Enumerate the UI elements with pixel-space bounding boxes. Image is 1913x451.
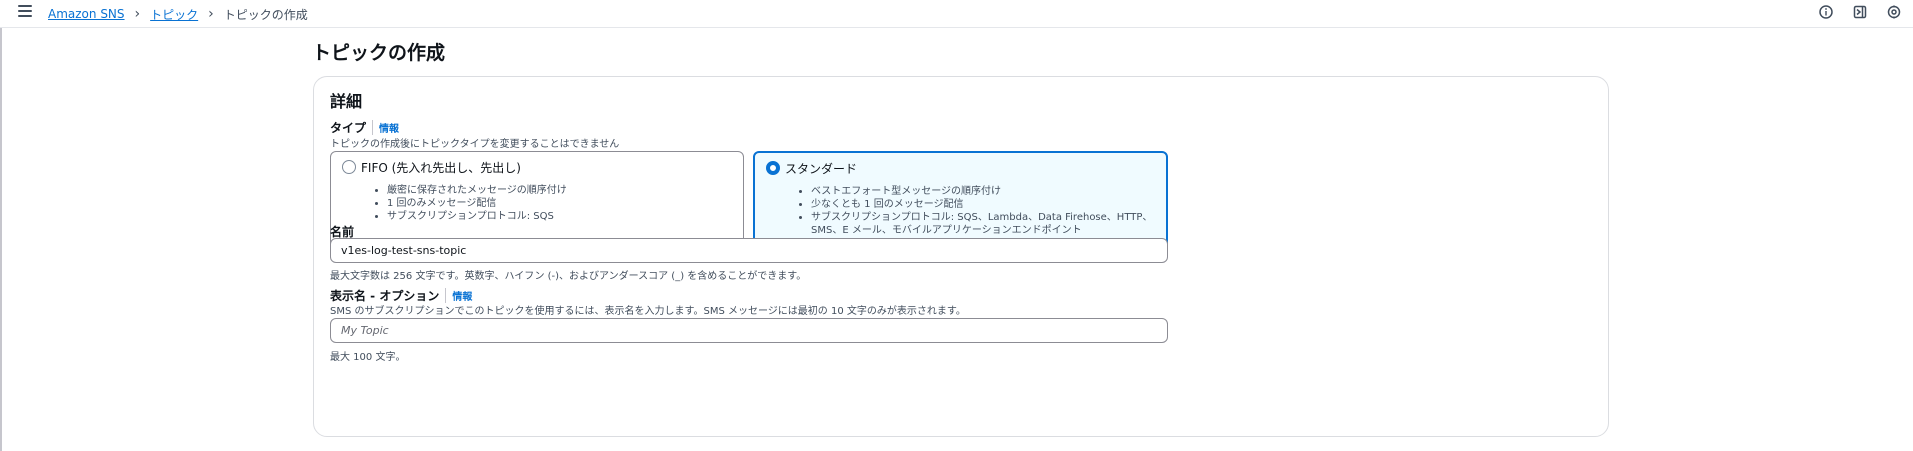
fifo-title: FIFO (先入れ先出し、先出し)	[361, 161, 521, 175]
page-title: トピックの作成	[312, 42, 446, 64]
type-description: トピックの作成後にトピックタイプを変更することはできません	[330, 139, 620, 150]
top-right-icons	[1817, 3, 1903, 21]
type-label: タイプ	[330, 121, 367, 135]
list-item: SMS、E メール、モバイルアプリケーションエンドポイント	[811, 225, 1082, 236]
name-constraint: 最大文字数は 256 文字です。英数字、ハイフン (-)、およびアンダースコア …	[330, 271, 807, 282]
details-panel: 詳細 タイプ 情報 トピックの作成後にトピックタイプを変更することはできません …	[313, 76, 1609, 437]
name-input[interactable]	[330, 238, 1168, 263]
top-navigation-bar: Amazon SNS › トピック › トピックの作成	[0, 0, 1913, 28]
standard-feature-list: ベストエフォート型メッセージの順序付け 少なくとも 1 回のメッセージ配信 サブ…	[803, 185, 1152, 237]
breadcrumb-current: トピックの作成	[223, 7, 308, 22]
info-icon[interactable]	[1817, 3, 1835, 21]
hamburger-menu-icon[interactable]	[16, 2, 34, 20]
display-name-info-link[interactable]: 情報	[445, 288, 472, 303]
panel-icon[interactable]	[1851, 3, 1869, 21]
fifo-radio[interactable]	[342, 160, 356, 174]
fifo-feature-list: 厳密に保存されたメッセージの順序付け 1 回のみメッセージ配信 サブスクリプショ…	[379, 184, 567, 223]
standard-radio[interactable]	[766, 161, 780, 175]
list-item: 1 回のみメッセージ配信	[387, 197, 567, 210]
list-item: 少なくとも 1 回のメッセージ配信	[811, 198, 1152, 211]
display-name-input[interactable]	[330, 318, 1168, 343]
breadcrumb-topics[interactable]: トピック	[150, 6, 198, 23]
type-info-link[interactable]: 情報	[372, 120, 399, 135]
breadcrumb: Amazon SNS › トピック › トピックの作成	[48, 4, 308, 24]
list-item: 厳密に保存されたメッセージの順序付け	[387, 184, 567, 197]
breadcrumb-amazon-sns[interactable]: Amazon SNS	[48, 7, 125, 21]
settings-icon[interactable]	[1885, 3, 1903, 21]
navigation-drawer-edge	[0, 28, 2, 451]
details-title: 詳細	[330, 92, 363, 111]
chevron-right-icon: ›	[208, 6, 214, 22]
standard-title: スタンダード	[785, 162, 858, 176]
chevron-right-icon: ›	[134, 6, 141, 22]
list-item: ベストエフォート型メッセージの順序付け	[811, 185, 1152, 198]
type-label-row: タイプ 情報	[330, 119, 399, 136]
list-item: サブスクリプションプロトコル: SQS、Lambda、Data Firehose…	[811, 211, 1152, 224]
display-name-description: SMS のサブスクリプションでこのトピックを使用するには、表示名を入力します。S…	[330, 306, 966, 317]
display-name-constraint: 最大 100 文字。	[330, 352, 406, 363]
list-item: サブスクリプションプロトコル: SQS	[387, 210, 567, 223]
